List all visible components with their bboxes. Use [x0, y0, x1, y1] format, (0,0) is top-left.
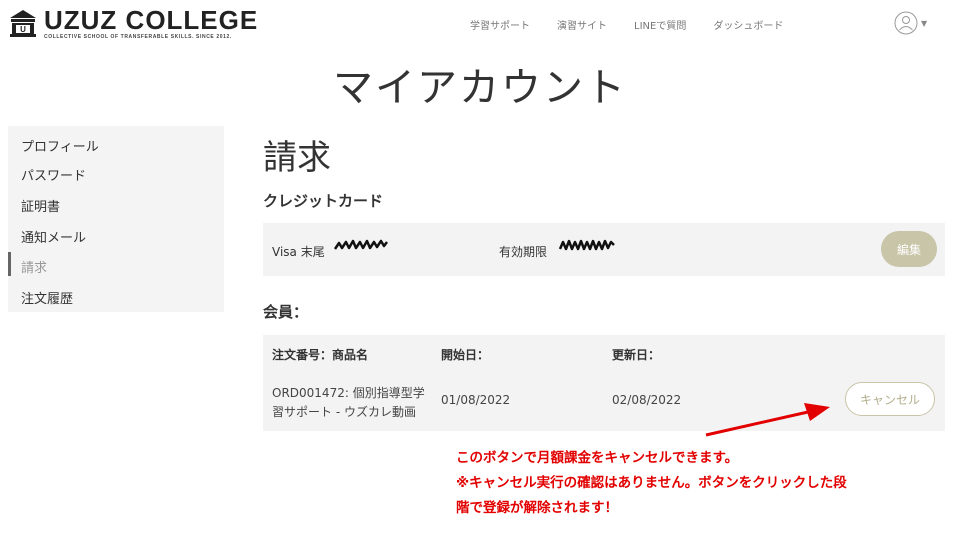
sidebar-item-certificate[interactable]: 証明書 [21, 196, 60, 215]
logo[interactable]: U UZUZ COLLEGE COLLECTIVE SCHOOL OF TRAN… [8, 5, 259, 40]
user-avatar-icon [894, 11, 918, 35]
nav-line-question[interactable]: LINEで質問 [634, 17, 686, 32]
membership-panel: 注文番号：商品名 開始日： 更新日： ORD001472: 個別指導型学 習サポ… [263, 335, 945, 431]
billing-heading: 請求 [263, 138, 331, 178]
start-date: 01/08/2022 [441, 393, 511, 407]
order-name-line2: 習サポート - ウズカレ動画 [272, 405, 416, 419]
column-header-renew-date: 更新日： [612, 348, 661, 362]
sidebar: プロフィール パスワード 証明書 通知メール 請求 注文履歴 [8, 126, 224, 312]
annotation-arrow [705, 403, 830, 437]
redacted-card-number [333, 239, 388, 250]
credit-card-panel: Visa 末尾 有効期限 編集 [263, 223, 945, 276]
chevron-down-icon: ▼ [921, 18, 928, 28]
expiry-label: 有効期限 [499, 245, 548, 259]
column-header-order: 注文番号：商品名 [272, 348, 369, 362]
annotation-line-2: ※キャンセル実行の確認はありません。ボタンをクリックした段 [456, 475, 847, 491]
sidebar-item-password[interactable]: パスワード [21, 165, 86, 184]
college-building-icon: U [10, 10, 36, 37]
credit-card-heading: クレジットカード [263, 192, 384, 210]
sidebar-item-order-history[interactable]: 注文履歴 [21, 288, 73, 307]
nav-learning-support[interactable]: 学習サポート [470, 17, 530, 32]
brand-tagline: COLLECTIVE SCHOOL OF TRANSFERABLE SKILLS… [44, 34, 232, 40]
sidebar-item-profile[interactable]: プロフィール [21, 136, 99, 155]
nav-exercise-site[interactable]: 演習サイト [557, 17, 607, 32]
annotation-line-1: このボタンで月額課金をキャンセルできます。 [456, 450, 739, 466]
cancel-subscription-button[interactable]: キャンセル [845, 382, 935, 416]
column-header-start-date: 開始日： [441, 348, 490, 362]
edit-button[interactable]: 編集 [881, 231, 937, 267]
sidebar-item-notification-mail[interactable]: 通知メール [21, 227, 86, 246]
nav-dashboard[interactable]: ダッシュボード [713, 17, 783, 32]
redacted-expiry [558, 239, 615, 251]
header: U UZUZ COLLEGE COLLECTIVE SCHOOL OF TRAN… [0, 0, 960, 50]
top-nav: 学習サポート 演習サイト LINEで質問 ダッシュボード [470, 17, 810, 32]
order-name-line1: ORD001472: 個別指導型学 [272, 386, 425, 400]
active-indicator [8, 252, 11, 276]
membership-heading: 会員： [263, 303, 309, 321]
sidebar-item-billing[interactable]: 請求 [21, 257, 47, 276]
card-number-label: Visa 末尾 [272, 245, 325, 259]
renew-date: 02/08/2022 [612, 393, 682, 407]
brand-name: UZUZ COLLEGE [44, 5, 259, 35]
account-menu[interactable]: ▼ [894, 11, 927, 35]
page-title: マイアカウント [333, 65, 627, 111]
annotation-note: このボタンで月額課金をキャンセルできます。 ※キャンセル実行の確認はありません。… [456, 446, 847, 521]
svg-text:U: U [20, 25, 26, 34]
annotation-line-3: 階で登録が解除されます！ [456, 500, 618, 516]
